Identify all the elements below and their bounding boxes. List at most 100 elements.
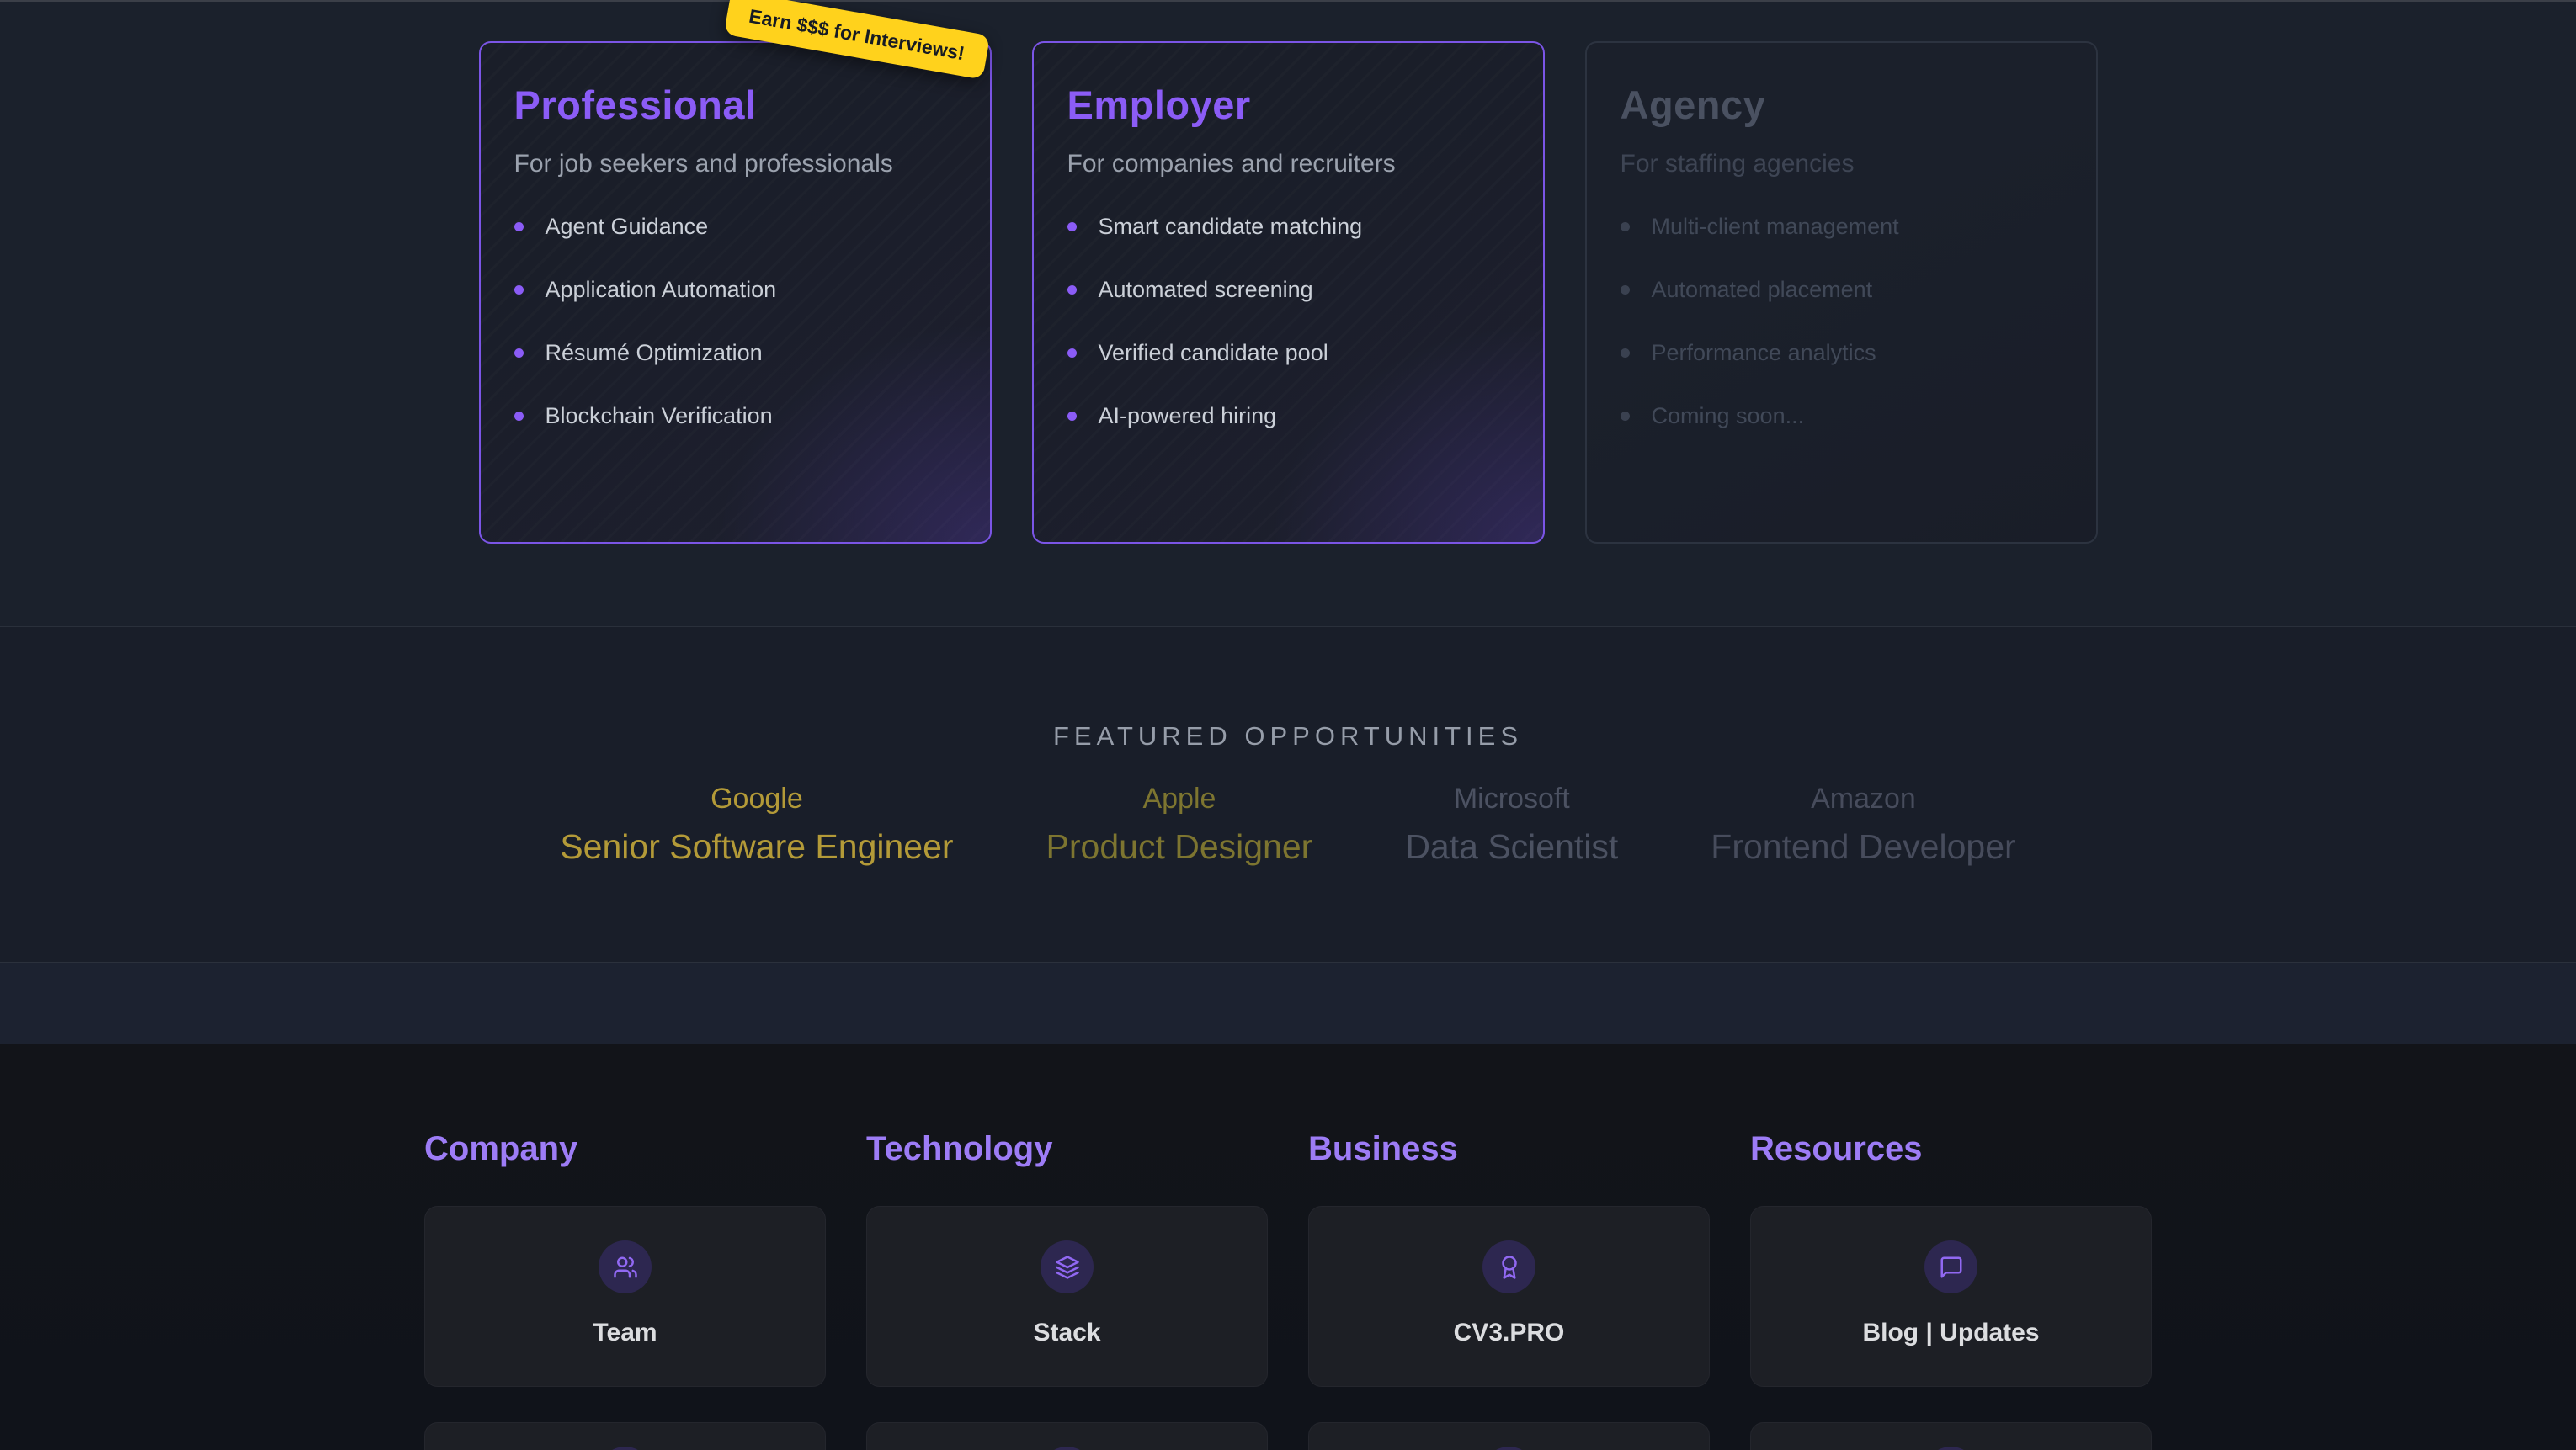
earn-for-interviews-badge: Earn $$$ for Interviews! bbox=[724, 0, 990, 80]
icon-circle bbox=[599, 1447, 652, 1450]
plan-subtitle: For staffing agencies bbox=[1621, 150, 2062, 178]
icon-circle bbox=[599, 1240, 652, 1293]
plan-card-employer[interactable]: Employer For companies and recruiters Sm… bbox=[1032, 41, 1545, 544]
feature-text: Agent Guidance bbox=[546, 214, 709, 240]
footer-heading: Company bbox=[424, 1132, 826, 1166]
job-role: Product Designer bbox=[1046, 826, 1313, 868]
featured-opportunities-title: FEATURED OPPORTUNITIES bbox=[0, 627, 2576, 752]
feature-text: Résumé Optimization bbox=[546, 340, 763, 366]
bullet-dot-icon bbox=[1067, 348, 1077, 358]
feature-text: Coming soon... bbox=[1652, 403, 1805, 429]
icon-circle bbox=[1041, 1240, 1094, 1293]
plan-feature: Automated placement bbox=[1621, 277, 2062, 303]
footer-card-label: Stack bbox=[1033, 1319, 1100, 1347]
feature-text: AI-powered hiring bbox=[1099, 403, 1277, 429]
feature-text: Blockchain Verification bbox=[546, 403, 773, 429]
job-company: Amazon bbox=[1711, 782, 2015, 816]
plan-feature: Verified candidate pool bbox=[1067, 340, 1509, 366]
plan-feature: Automated screening bbox=[1067, 277, 1509, 303]
footer-column-technology: Technology Stack bbox=[866, 1132, 1268, 1450]
plan-title: Agency bbox=[1621, 82, 2062, 128]
plan-subtitle: For job seekers and professionals bbox=[514, 150, 956, 178]
plan-feature-list: Multi-client management Automated placem… bbox=[1621, 214, 2062, 429]
plan-feature-list: Agent Guidance Application Automation Ré… bbox=[514, 214, 956, 429]
footer-card-cv3pro[interactable]: CV3.PRO bbox=[1308, 1206, 1710, 1387]
icon-circle bbox=[1924, 1447, 1977, 1450]
footer-card-hidden[interactable] bbox=[1308, 1422, 1710, 1450]
footer-column-resources: Resources Blog | Updates bbox=[1750, 1132, 2152, 1450]
plan-feature: Coming soon... bbox=[1621, 403, 2062, 429]
featured-job-google[interactable]: Google Senior Software Engineer bbox=[560, 782, 953, 868]
feature-text: Automated screening bbox=[1099, 277, 1313, 303]
footer-card-team[interactable]: Team bbox=[424, 1206, 826, 1387]
footer-card-hidden[interactable] bbox=[866, 1422, 1268, 1450]
bullet-dot-icon bbox=[1067, 222, 1077, 231]
feature-text: Performance analytics bbox=[1652, 340, 1876, 366]
bullet-dot-icon bbox=[1621, 412, 1630, 421]
job-company: Microsoft bbox=[1405, 782, 1618, 816]
plan-feature: AI-powered hiring bbox=[1067, 403, 1509, 429]
feature-text: Smart candidate matching bbox=[1099, 214, 1363, 240]
icon-circle bbox=[1924, 1240, 1977, 1293]
plan-card-agency: Agency For staffing agencies Multi-clien… bbox=[1585, 41, 2098, 544]
bullet-dot-icon bbox=[514, 222, 524, 231]
job-role: Data Scientist bbox=[1405, 826, 1618, 868]
plan-title: Professional bbox=[514, 82, 956, 128]
footer-card-hidden[interactable] bbox=[424, 1422, 826, 1450]
message-icon bbox=[1939, 1255, 1964, 1280]
footer: Company Team Technology Stack bbox=[0, 1044, 2576, 1450]
plan-feature: Smart candidate matching bbox=[1067, 214, 1509, 240]
bullet-dot-icon bbox=[514, 348, 524, 358]
footer-card-label: Team bbox=[593, 1319, 657, 1347]
bullet-dot-icon bbox=[1067, 285, 1077, 295]
footer-column-business: Business CV3.PRO bbox=[1308, 1132, 1710, 1450]
bullet-dot-icon bbox=[514, 285, 524, 295]
footer-card-blog[interactable]: Blog | Updates bbox=[1750, 1206, 2152, 1387]
plans-section: Earn $$$ for Interviews! Professional Fo… bbox=[0, 0, 2576, 627]
plan-feature: Résumé Optimization bbox=[514, 340, 956, 366]
featured-job-amazon[interactable]: Amazon Frontend Developer bbox=[1711, 782, 2015, 868]
featured-job-apple[interactable]: Apple Product Designer bbox=[1046, 782, 1313, 868]
footer-heading: Resources bbox=[1750, 1132, 2152, 1166]
footer-column-company: Company Team bbox=[424, 1132, 826, 1450]
icon-circle bbox=[1482, 1240, 1535, 1293]
plan-feature: Agent Guidance bbox=[514, 214, 956, 240]
footer-grid: Company Team Technology Stack bbox=[424, 1132, 2152, 1450]
feature-text: Multi-client management bbox=[1652, 214, 1899, 240]
footer-card-label: CV3.PRO bbox=[1454, 1319, 1565, 1347]
footer-card-stack[interactable]: Stack bbox=[866, 1206, 1268, 1387]
footer-card-hidden[interactable] bbox=[1750, 1422, 2152, 1450]
job-company: Google bbox=[560, 782, 953, 816]
job-role: Senior Software Engineer bbox=[560, 826, 953, 868]
plan-cards-row: Earn $$$ for Interviews! Professional Fo… bbox=[0, 2, 2576, 544]
feature-text: Verified candidate pool bbox=[1099, 340, 1328, 366]
section-divider-band bbox=[0, 962, 2576, 1044]
bullet-dot-icon bbox=[1621, 285, 1630, 295]
featured-job-microsoft[interactable]: Microsoft Data Scientist bbox=[1405, 782, 1618, 868]
job-company: Apple bbox=[1046, 782, 1313, 816]
bullet-dot-icon bbox=[514, 412, 524, 421]
job-role: Frontend Developer bbox=[1711, 826, 2015, 868]
icon-circle bbox=[1041, 1447, 1094, 1450]
feature-text: Application Automation bbox=[546, 277, 777, 303]
users-icon bbox=[613, 1255, 638, 1280]
plan-feature: Multi-client management bbox=[1621, 214, 2062, 240]
featured-opportunities-section: FEATURED OPPORTUNITIES Google Senior Sof… bbox=[0, 627, 2576, 962]
plan-feature: Application Automation bbox=[514, 277, 956, 303]
plan-title: Employer bbox=[1067, 82, 1509, 128]
bullet-dot-icon bbox=[1621, 348, 1630, 358]
bullet-dot-icon bbox=[1067, 412, 1077, 421]
plan-card-professional[interactable]: Earn $$$ for Interviews! Professional Fo… bbox=[479, 41, 992, 544]
award-icon bbox=[1497, 1255, 1522, 1280]
icon-circle bbox=[1482, 1447, 1535, 1450]
bullet-dot-icon bbox=[1621, 222, 1630, 231]
plan-feature: Performance analytics bbox=[1621, 340, 2062, 366]
feature-text: Automated placement bbox=[1652, 277, 1873, 303]
plan-feature-list: Smart candidate matching Automated scree… bbox=[1067, 214, 1509, 429]
footer-heading: Technology bbox=[866, 1132, 1268, 1166]
plan-subtitle: For companies and recruiters bbox=[1067, 150, 1509, 178]
layers-icon bbox=[1055, 1255, 1080, 1280]
footer-heading: Business bbox=[1308, 1132, 1710, 1166]
plan-feature: Blockchain Verification bbox=[514, 403, 956, 429]
featured-jobs-carousel: Google Senior Software Engineer Apple Pr… bbox=[0, 782, 2576, 868]
